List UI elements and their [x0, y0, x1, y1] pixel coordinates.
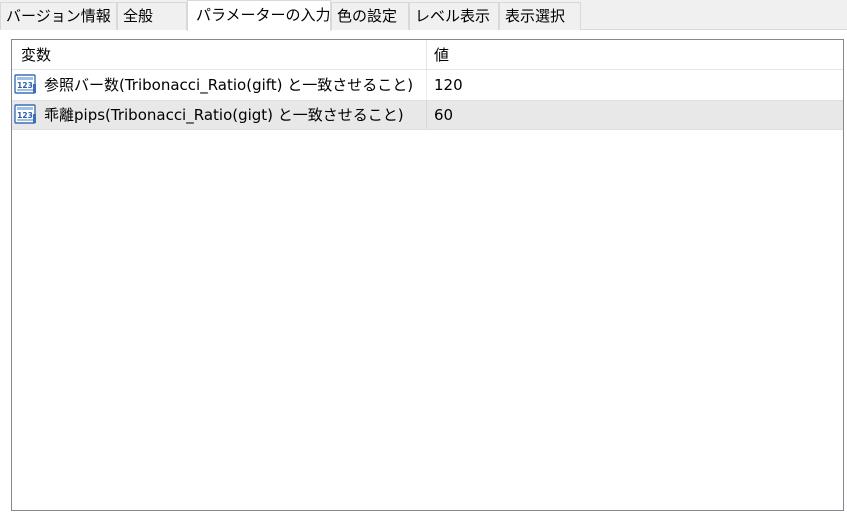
tab-general[interactable]: 全般 [117, 2, 187, 30]
table-row[interactable]: 123 参照バー数(Tribonacci_Ratio(gift) と一致させるこ… [12, 70, 843, 100]
tab-color-settings[interactable]: 色の設定 [331, 2, 409, 30]
table-row[interactable]: 123 乖離pips(Tribonacci_Ratio(gigt) と一致させる… [12, 100, 843, 130]
parameter-name-cell: 123 参照バー数(Tribonacci_Ratio(gift) と一致させるこ… [12, 70, 427, 100]
parameter-name: 乖離pips(Tribonacci_Ratio(gigt) と一致させること) [44, 106, 404, 124]
tab-display-selection[interactable]: 表示選択 [499, 2, 581, 30]
column-header-variable[interactable]: 変数 [12, 40, 427, 69]
parameter-value[interactable]: 120 [427, 70, 843, 100]
parameter-name: 参照バー数(Tribonacci_Ratio(gift) と一致させること) [44, 76, 414, 94]
parameter-list[interactable]: 変数 値 123 参照バー数(Tribonacci_Ratio(gift) と一… [11, 39, 844, 511]
tab-strip: バージョン情報 全般 パラメーターの入力 色の設定 レベル表示 表示選択 [0, 0, 847, 31]
svg-text:123: 123 [17, 81, 33, 90]
tab-panel: 変数 値 123 参照バー数(Tribonacci_Ratio(gift) と一… [0, 30, 847, 513]
tab-level-display[interactable]: レベル表示 [409, 2, 499, 30]
tab-version-info[interactable]: バージョン情報 [0, 2, 117, 30]
parameter-value[interactable]: 60 [427, 101, 843, 129]
column-header-value[interactable]: 値 [427, 40, 843, 69]
list-header: 変数 値 [12, 40, 843, 70]
numeric-123-icon: 123 [14, 104, 36, 124]
svg-text:123: 123 [17, 111, 33, 120]
tab-parameter-input[interactable]: パラメーターの入力 [187, 0, 331, 31]
numeric-123-icon: 123 [14, 74, 36, 94]
parameter-name-cell: 123 乖離pips(Tribonacci_Ratio(gigt) と一致させる… [12, 101, 427, 129]
parameter-dialog: バージョン情報 全般 パラメーターの入力 色の設定 レベル表示 表示選択 変数 … [0, 0, 847, 513]
